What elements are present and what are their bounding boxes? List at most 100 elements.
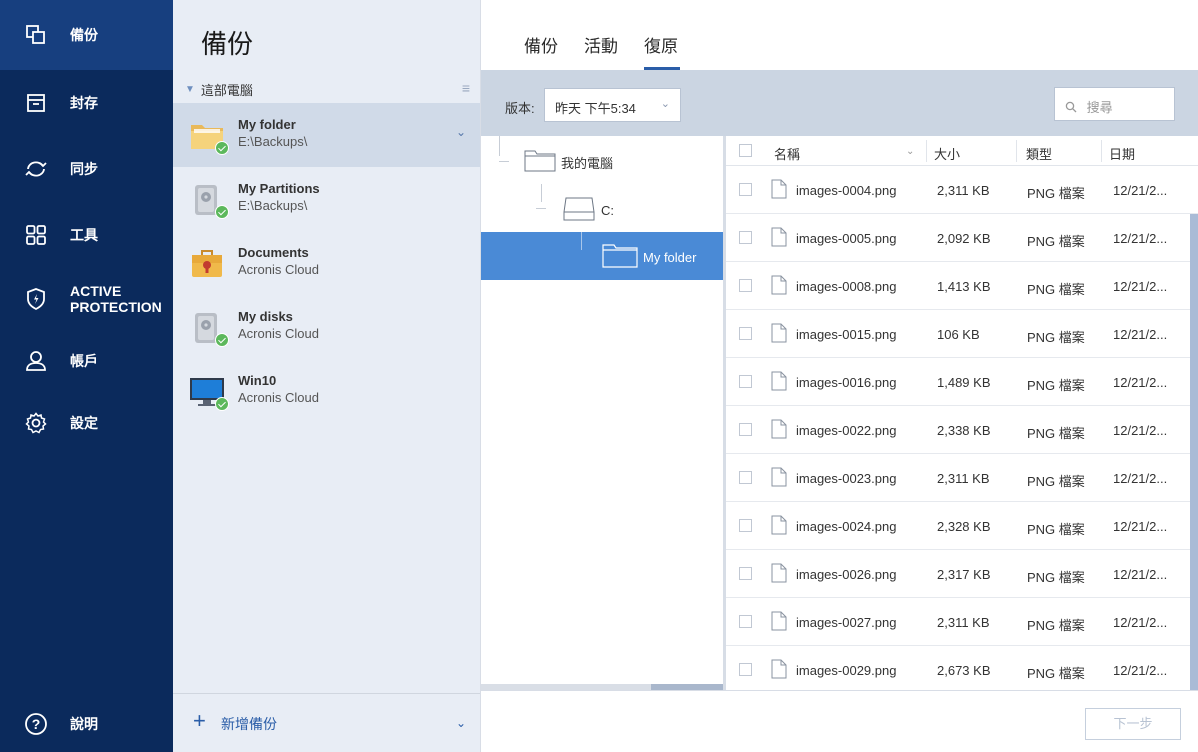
file-date: 12/21/2... — [1113, 567, 1168, 582]
search-input[interactable]: 搜尋 — [1054, 87, 1175, 121]
row-checkbox[interactable] — [739, 327, 752, 340]
nav-item-account[interactable]: 帳戶 — [0, 330, 173, 392]
file-date: 12/21/2... — [1113, 183, 1168, 198]
tab-recovery[interactable]: 復原 — [644, 32, 678, 57]
file-date: 12/21/2... — [1113, 423, 1168, 438]
table-row[interactable]: images-0008.png 1,413 KB PNG 檔案 12/21/2... — [726, 262, 1198, 310]
file-type: PNG 檔案 — [1027, 474, 1085, 489]
main-content: 備份 活動 復原 版本: 昨天 下午5:34 ⌄ 搜尋 我的電腦 C: My f… — [481, 0, 1198, 752]
nav-label-sync: 同步 — [70, 161, 98, 177]
table-row[interactable]: images-0022.png 2,338 KB PNG 檔案 12/21/2... — [726, 406, 1198, 454]
backup-location: E:\Backups\ — [238, 198, 308, 213]
vertical-scrollbar[interactable] — [1190, 214, 1198, 690]
file-icon — [771, 611, 787, 631]
main-navigation: 備份 封存 同步 工具 ACTIVE PROTECTION 帳戶 設定 ? 說明 — [0, 0, 173, 752]
version-value: 昨天 下午5:34 — [555, 101, 636, 116]
tab-activity[interactable]: 活動 — [584, 32, 618, 57]
table-row[interactable]: images-0027.png 2,311 KB PNG 檔案 12/21/2... — [726, 598, 1198, 646]
nav-item-settings[interactable]: 設定 — [0, 392, 173, 454]
file-icon — [771, 515, 787, 535]
group-this-computer[interactable]: ▼ 這部電腦 ≡ — [185, 80, 470, 99]
row-checkbox[interactable] — [739, 375, 752, 388]
file-icon — [771, 563, 787, 583]
hamburger-menu-icon[interactable]: ≡ — [462, 80, 470, 96]
table-row[interactable]: images-0029.png 2,673 KB PNG 檔案 12/21/2... — [726, 646, 1198, 690]
row-checkbox[interactable] — [739, 279, 752, 292]
file-name: images-0005.png — [796, 231, 897, 246]
gear-icon — [24, 411, 48, 435]
nav-item-help[interactable]: ? 說明 — [0, 695, 173, 752]
file-date: 12/21/2... — [1113, 279, 1168, 294]
column-header-type[interactable]: 類型 — [1026, 144, 1052, 163]
table-row[interactable]: images-0026.png 2,317 KB PNG 檔案 12/21/2... — [726, 550, 1198, 598]
table-row[interactable]: images-0016.png 1,489 KB PNG 檔案 12/21/2... — [726, 358, 1198, 406]
plus-icon: + — [193, 708, 206, 733]
backup-item-my-folder[interactable]: My folder E:\Backups\ ⌄ — [173, 103, 480, 167]
tree-connector — [581, 232, 582, 250]
nav-item-sync[interactable]: 同步 — [0, 136, 173, 202]
row-checkbox[interactable] — [739, 663, 752, 676]
tree-label: C: — [601, 203, 614, 218]
backup-item-win10[interactable]: Win10 Acronis Cloud — [173, 359, 480, 423]
version-dropdown[interactable]: 昨天 下午5:34 ⌄ — [544, 88, 681, 122]
folder-icon — [189, 117, 229, 155]
backup-item-documents[interactable]: Documents Acronis Cloud — [173, 231, 480, 295]
file-size: 2,673 KB — [937, 663, 991, 678]
briefcase-icon — [189, 245, 225, 281]
next-button[interactable]: 下一步 — [1085, 708, 1181, 740]
row-checkbox[interactable] — [739, 567, 752, 580]
file-icon — [771, 179, 787, 199]
check-badge-icon — [215, 205, 229, 219]
file-size: 2,311 KB — [937, 615, 990, 630]
file-list: 名稱 ⌄ 大小 類型 日期 images-0004.png 2,311 KB PNG… — [726, 136, 1198, 690]
monitor-icon — [189, 373, 229, 411]
file-size: 2,317 KB — [937, 567, 991, 582]
tree-node-my-folder[interactable]: My folder — [481, 232, 723, 280]
triangle-down-icon: ▼ — [185, 84, 195, 95]
table-row[interactable]: images-0023.png 2,311 KB PNG 檔案 12/21/2... — [726, 454, 1198, 502]
nav-item-archive[interactable]: 封存 — [0, 70, 173, 136]
nav-item-tools[interactable]: 工具 — [0, 202, 173, 268]
table-row[interactable]: images-0004.png 2,311 KB PNG 檔案 12/21/2... — [726, 166, 1198, 214]
file-type: PNG 檔案 — [1027, 378, 1085, 393]
file-name: images-0027.png — [796, 615, 897, 630]
nav-item-active-protection[interactable]: ACTIVE PROTECTION — [0, 268, 173, 330]
row-checkbox[interactable] — [739, 471, 752, 484]
file-date: 12/21/2... — [1113, 615, 1168, 630]
backup-location: Acronis Cloud — [238, 326, 319, 341]
nav-label-tools: 工具 — [70, 227, 98, 243]
table-row[interactable]: images-0015.png 106 KB PNG 檔案 12/21/2... — [726, 310, 1198, 358]
column-header-size[interactable]: 大小 — [934, 144, 960, 163]
file-name: images-0008.png — [796, 279, 897, 294]
backup-icon — [24, 23, 48, 47]
chevron-down-icon[interactable]: ⌄ — [456, 125, 466, 139]
file-type: PNG 檔案 — [1027, 186, 1085, 201]
backup-name: Win10 — [238, 373, 277, 388]
tree-node-my-computer[interactable]: 我的電腦 — [481, 136, 723, 184]
file-size: 1,413 KB — [937, 279, 991, 294]
add-backup-button[interactable]: + 新增備份 ⌄ — [173, 693, 480, 752]
column-separator — [1101, 140, 1102, 162]
file-size: 2,338 KB — [937, 423, 991, 438]
file-type: PNG 檔案 — [1027, 522, 1085, 537]
table-row[interactable]: images-0024.png 2,328 KB PNG 檔案 12/21/2... — [726, 502, 1198, 550]
nav-item-backup[interactable]: 備份 — [0, 0, 173, 70]
chevron-down-icon[interactable]: ⌄ — [456, 716, 466, 730]
backup-item-my-partitions[interactable]: My Partitions E:\Backups\ — [173, 167, 480, 231]
file-icon — [771, 323, 787, 343]
backup-item-my-disks[interactable]: My disks Acronis Cloud — [173, 295, 480, 359]
column-header-date[interactable]: 日期 — [1109, 144, 1135, 163]
tab-backup[interactable]: 備份 — [524, 32, 558, 57]
select-all-checkbox[interactable] — [739, 144, 752, 157]
column-header-name[interactable]: 名稱 — [774, 144, 800, 163]
row-checkbox[interactable] — [739, 615, 752, 628]
row-checkbox[interactable] — [739, 231, 752, 244]
table-row[interactable]: images-0005.png 2,092 KB PNG 檔案 12/21/2... — [726, 214, 1198, 262]
tools-icon — [24, 223, 48, 247]
row-checkbox[interactable] — [739, 183, 752, 196]
tree-node-drive-c[interactable]: C: — [481, 184, 723, 232]
row-checkbox[interactable] — [739, 519, 752, 532]
row-checkbox[interactable] — [739, 423, 752, 436]
nav-label-help: 說明 — [70, 715, 98, 732]
file-icon — [771, 419, 787, 439]
